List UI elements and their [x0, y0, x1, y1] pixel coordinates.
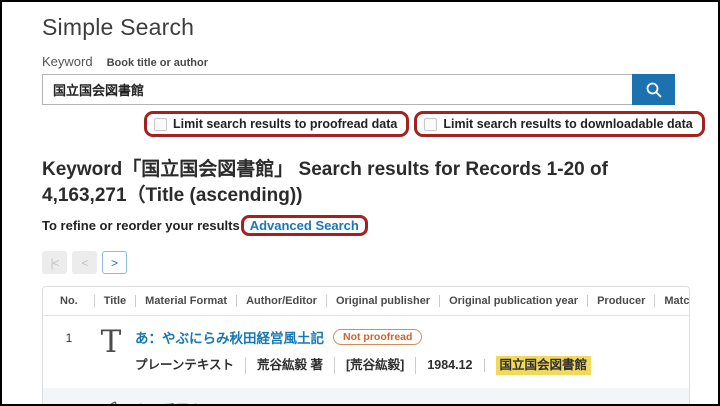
keyword-hint: Book title or author: [106, 57, 209, 69]
search-button[interactable]: [632, 74, 675, 105]
magnifier-icon: [645, 81, 663, 99]
refine-row: To refine or reorder your results Advanc…: [42, 215, 718, 237]
advanced-search-annotation-box: Advanced Search: [240, 215, 368, 237]
column-header-publication-year: Original publication year: [439, 295, 587, 308]
prev-page-button: <: [72, 251, 97, 275]
screenshot-frame: Simple Search Keyword Book title or auth…: [0, 0, 720, 406]
results-heading: Keyword「国立国会図書館」 Search results for Reco…: [42, 159, 608, 206]
column-header-matched-parts: Matched parts: [654, 295, 689, 308]
next-page-button[interactable]: >: [102, 251, 127, 275]
meta-material-format: プレーンテキスト: [135, 358, 235, 373]
result-meta: プレーンテキスト 荒谷紘毅 著 [荒谷紘毅] 1984.12 国立国会図書館: [135, 356, 681, 375]
column-header-title: Title: [93, 295, 135, 308]
proofread-checkbox[interactable]: [154, 117, 167, 131]
text-material-icon: T: [100, 324, 122, 361]
keyword-label: Keyword: [42, 54, 93, 69]
proofread-annotation-box: Limit search results to proofread data: [144, 111, 410, 137]
page-title: Simple Search: [42, 14, 195, 40]
column-header-publisher: Original publisher: [325, 295, 439, 308]
refine-text: To refine or reorder your results: [42, 218, 240, 234]
meta-publisher: [荒谷紘毅]: [334, 357, 415, 374]
column-header-no: No.: [60, 295, 78, 308]
downloadable-checkbox-label: Limit search results to downloadable dat…: [443, 117, 693, 131]
downloadable-checkbox[interactable]: [424, 117, 438, 131]
column-header-producer: Producer: [587, 295, 654, 308]
row-number: 2: [51, 399, 87, 404]
table-header-row: No. Title Material Format Author/Editor …: [43, 287, 689, 317]
table-row: 1 T あ：やぶにらみ秋田経営風土記 Not proofread プレーンテキス…: [43, 316, 689, 388]
meta-year: 1984.12: [415, 357, 483, 374]
pagination: |< < >: [42, 251, 718, 275]
limit-filters: Limit search results to proofread data L…: [144, 111, 718, 137]
meta-author: 荒谷紘毅 著: [245, 357, 334, 374]
proofread-checkbox-label: Limit search results to proofread data: [173, 117, 398, 131]
result-title-link[interactable]: あ：やぶにらみ秋田経営風土記: [135, 327, 324, 347]
downloadable-annotation-box: Limit search results to downloadable dat…: [414, 111, 705, 137]
search-bar: [42, 74, 675, 105]
search-input[interactable]: [42, 74, 632, 105]
advanced-search-link[interactable]: Advanced Search: [250, 218, 359, 233]
keyword-row: Keyword Book title or author: [42, 54, 718, 69]
row-number: 1: [65, 331, 73, 346]
result-title-link[interactable]: あゝ愛馬よ: [135, 399, 203, 404]
gramophone-icon: [87, 399, 135, 404]
column-header-material-format: Material Format: [135, 295, 236, 308]
results-table: No. Title Material Format Author/Editor …: [42, 286, 690, 404]
first-page-button: |<: [42, 251, 67, 275]
matched-term-highlight: 国立国会図書館: [495, 356, 592, 375]
not-proofread-badge: Not proofread: [333, 329, 423, 346]
column-header-author: Author/Editor: [236, 295, 326, 308]
table-row: 2 あゝ愛馬よ れきおん 林 柳波[作詞][Other] キングレコード: [43, 387, 689, 404]
